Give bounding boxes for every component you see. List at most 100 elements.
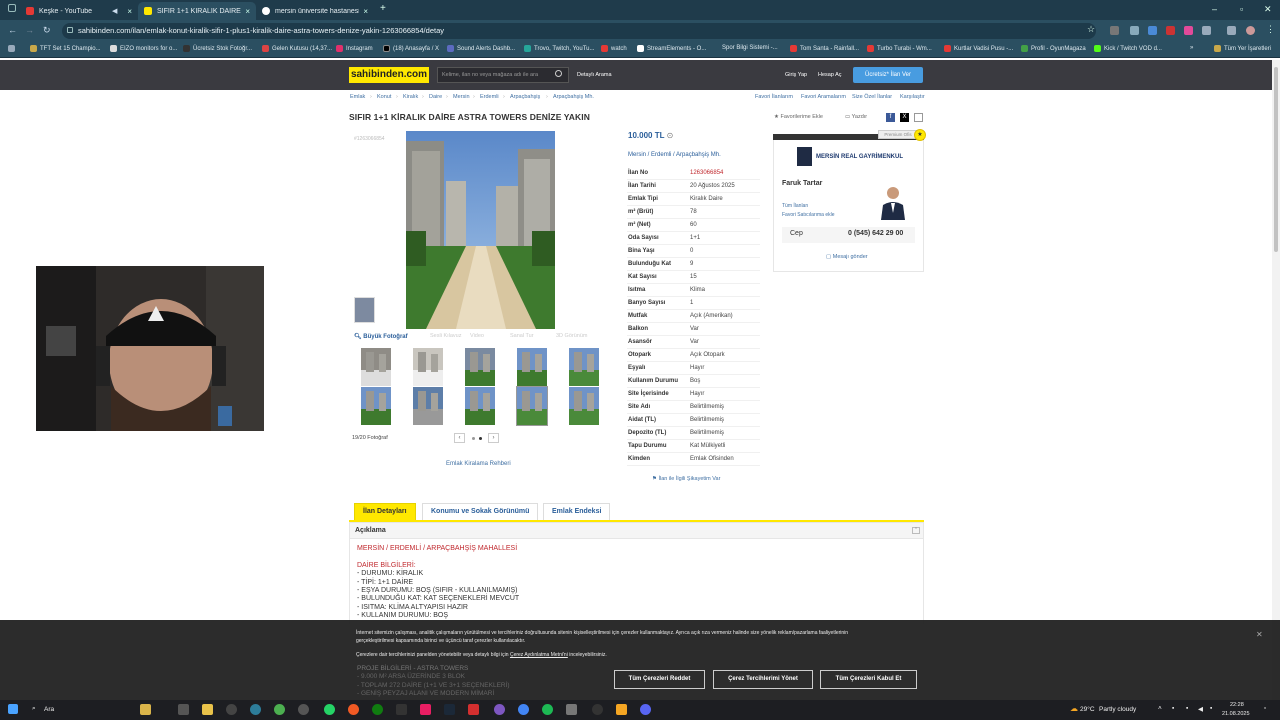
collapse-icon[interactable]: ⌃ xyxy=(912,527,920,534)
3d-view-button[interactable]: 3D Görünüm xyxy=(556,333,588,339)
pager-dot[interactable] xyxy=(479,437,482,440)
extensions-puzzle-icon[interactable] xyxy=(1202,26,1211,35)
compare-link[interactable]: Karşılaştır xyxy=(900,94,925,100)
bookmark-item[interactable]: Trovo, Twitch, YouTu... xyxy=(524,45,594,52)
weather-temp[interactable]: 29°C xyxy=(1080,706,1095,713)
more-bookmarks-icon[interactable]: » xyxy=(1190,45,1193,51)
back-icon[interactable]: ← xyxy=(8,25,17,35)
chrome-icon[interactable] xyxy=(518,704,529,715)
apps-icon[interactable] xyxy=(8,45,18,52)
big-photo-button[interactable]: 🔍︎ Büyük Fotoğraf xyxy=(354,333,408,340)
next-photos-button[interactable]: › xyxy=(488,433,499,443)
photo-thumbnail[interactable] xyxy=(516,386,548,426)
photo-thumbnail[interactable] xyxy=(361,348,391,386)
tab-search-icon[interactable] xyxy=(8,4,16,12)
send-message-link[interactable]: ▢ Mesajı gönder xyxy=(826,254,868,260)
close-tab-icon[interactable]: × xyxy=(127,7,132,16)
all-bookmarks[interactable]: Tüm Yer İşaretleri xyxy=(1214,45,1271,52)
cookie-policy-link[interactable]: Çerez Aydınlatma Metni'ni xyxy=(510,652,568,658)
bookmark-item[interactable]: Sound Alerts Dashb... xyxy=(447,45,515,52)
app-icon[interactable] xyxy=(348,704,359,715)
photo-thumbnail[interactable] xyxy=(413,348,443,386)
location-neighborhood[interactable]: Arpaçbahşiş Mh. xyxy=(676,152,721,158)
tray-icon[interactable]: ▪ xyxy=(1172,705,1174,712)
video-button[interactable]: Video xyxy=(470,333,484,339)
breadcrumb-item[interactable]: Mersin xyxy=(453,94,470,100)
tray-chevron-icon[interactable]: ˄ xyxy=(1158,705,1162,712)
close-tab-icon[interactable]: × xyxy=(245,7,250,16)
bookmark-star-icon[interactable]: ☆ xyxy=(1087,24,1095,35)
location-district[interactable]: Erdemli xyxy=(651,152,671,158)
breadcrumb-item[interactable]: Kiralık xyxy=(403,94,418,100)
manage-cookies-button[interactable]: Çerez Tercihlerimi Yönet xyxy=(713,670,813,689)
phone-number[interactable]: 0 (545) 642 29 00 xyxy=(848,230,903,237)
photo-thumbnail[interactable] xyxy=(465,387,495,425)
tray-icon[interactable]: ▪ xyxy=(1210,705,1212,712)
speaker-icon[interactable]: ◀ xyxy=(112,7,117,15)
location-city[interactable]: Mersin xyxy=(628,152,646,158)
reload-icon[interactable]: ↻ xyxy=(43,25,51,36)
price-history-icon[interactable]: ⊙ xyxy=(667,131,674,140)
app-icon[interactable] xyxy=(566,704,577,715)
tab-listing-details[interactable]: İlan Detayları xyxy=(354,503,416,520)
bookmark-item[interactable]: Kurtlar Vadisi Pusu -... xyxy=(944,45,1013,52)
xbox-icon[interactable] xyxy=(372,704,383,715)
network-icon[interactable]: ▪ xyxy=(1186,705,1188,712)
breadcrumb-item[interactable]: Emlak xyxy=(350,94,365,100)
spotify-icon[interactable] xyxy=(542,704,553,715)
browser-tab-sahibinden[interactable]: SIFIR 1+1 KİRALIK DAİRE ASTRA × xyxy=(138,2,256,20)
tab-location[interactable]: Konumu ve Sokak Görünümü xyxy=(422,503,539,520)
prev-photos-button[interactable]: ‹ xyxy=(454,433,465,443)
task-view-icon[interactable] xyxy=(178,704,189,715)
rental-guide-link[interactable]: Emlak Kiralama Rehberi xyxy=(446,461,511,467)
site-search-input[interactable]: Kelime, ilan no veya mağaza adı ile ara xyxy=(437,67,569,83)
photo-thumbnail[interactable] xyxy=(413,387,443,425)
maximize-button[interactable]: ▫ xyxy=(1240,4,1243,14)
clock-time[interactable]: 22:28 xyxy=(1230,702,1244,708)
close-window-button[interactable]: ✕ xyxy=(1264,4,1272,15)
minimize-button[interactable]: – xyxy=(1212,4,1217,14)
whatsapp-icon[interactable] xyxy=(324,704,335,715)
file-explorer-icon[interactable] xyxy=(202,704,213,715)
app-icon[interactable] xyxy=(420,704,431,715)
app-icon[interactable] xyxy=(274,704,285,715)
site-info-icon[interactable] xyxy=(67,27,73,33)
app-icon[interactable] xyxy=(494,704,505,715)
epic-games-icon[interactable] xyxy=(396,704,407,715)
audio-guide-button[interactable]: Sesli Kılavuz xyxy=(430,333,462,339)
video-thumbnail[interactable] xyxy=(354,297,375,323)
bookmark-item[interactable]: Tom Santa - Rainfall... xyxy=(790,45,859,52)
bookmark-item[interactable]: watch xyxy=(601,45,627,52)
taskbar-widget-icon[interactable] xyxy=(140,704,151,715)
photo-thumbnail[interactable] xyxy=(517,348,547,386)
windows-start-icon[interactable] xyxy=(8,704,18,714)
all-ads-link[interactable]: Tüm İlanları xyxy=(782,203,808,209)
reject-cookies-button[interactable]: Tüm Çerezleri Reddet xyxy=(614,670,705,689)
bookmark-item[interactable]: Instagram xyxy=(336,45,373,52)
discord-icon[interactable] xyxy=(640,704,651,715)
breadcrumb-item[interactable]: Erdemli xyxy=(480,94,499,100)
login-link[interactable]: Giriş Yap xyxy=(785,72,807,78)
volume-icon[interactable]: ◀ xyxy=(1198,705,1203,713)
extension-icon[interactable] xyxy=(1166,26,1175,35)
facebook-share-icon[interactable]: f xyxy=(886,113,895,122)
print-link[interactable]: ▭ Yazdır xyxy=(845,114,867,120)
detailed-search-link[interactable]: Detaylı Arama xyxy=(577,72,612,78)
breadcrumb-item[interactable]: Arpaçbahşiş Mh. xyxy=(553,94,594,100)
steam-icon[interactable] xyxy=(444,704,455,715)
favorite-seller-link[interactable]: Favori Satıcılarıma ekle xyxy=(782,212,835,218)
bookmark-item[interactable]: Turbo Turabi - Wm... xyxy=(867,45,932,52)
extension-icon[interactable] xyxy=(1184,26,1193,35)
virtual-tour-button[interactable]: Sanal Tur xyxy=(510,333,534,339)
breadcrumb-item[interactable]: Arpaçbahşiş xyxy=(510,94,540,100)
extension-icon[interactable] xyxy=(1130,26,1139,35)
weather-desc[interactable]: Partly cloudy xyxy=(1099,706,1136,713)
scrollbar-thumb[interactable] xyxy=(1274,67,1278,252)
report-link[interactable]: ⚑ İlan ile İlgili Şikayetim Var xyxy=(652,476,720,482)
breadcrumb-item[interactable]: Daire xyxy=(429,94,442,100)
add-favorites-link[interactable]: ★ Favorilerime Ekle xyxy=(774,114,823,120)
favorite-listings-link[interactable]: Favori İlanlarım xyxy=(755,94,793,100)
site-logo[interactable]: sahibinden.com xyxy=(349,67,429,83)
notification-icon[interactable]: ▫ xyxy=(1264,705,1266,712)
forward-icon[interactable]: → xyxy=(25,25,34,35)
